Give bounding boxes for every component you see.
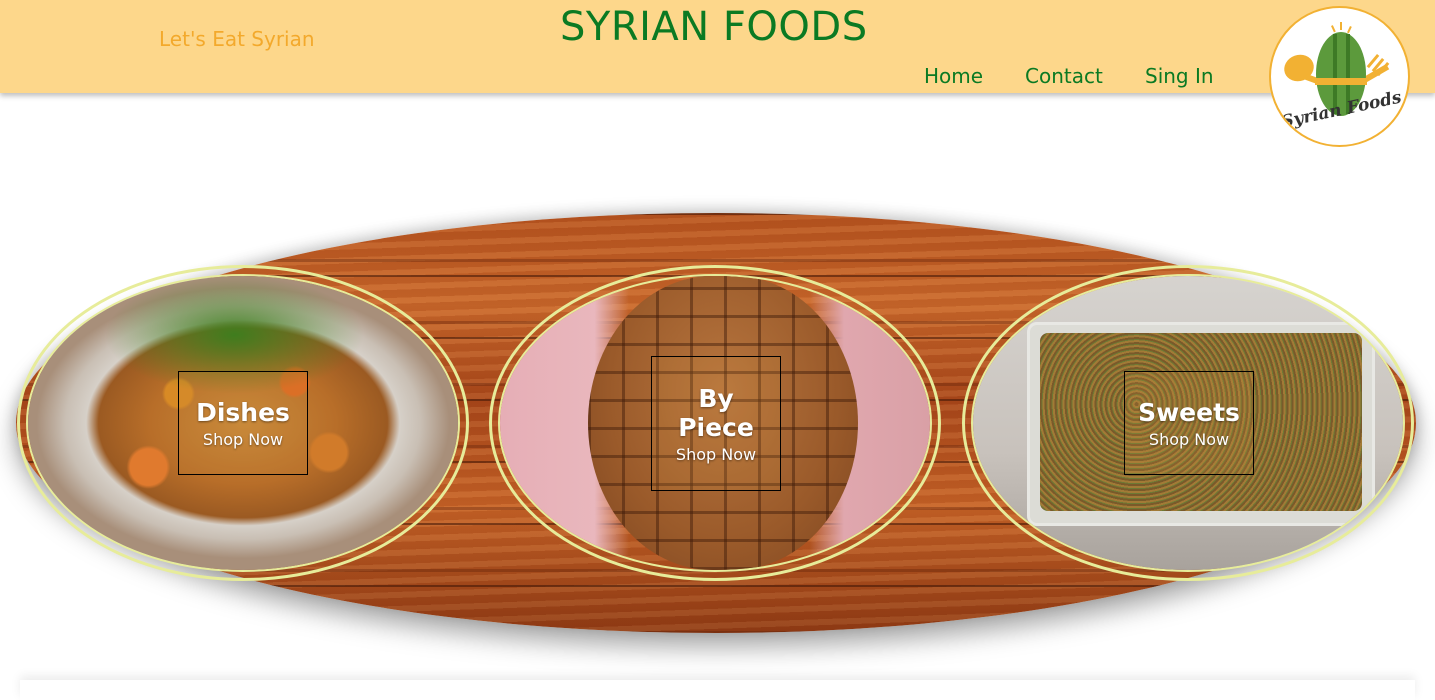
- category-sweets-card[interactable]: Sweets Shop Now: [1124, 371, 1254, 475]
- site-title: SYRIAN FOODS: [560, 4, 868, 50]
- tagline: Let's Eat Syrian: [159, 27, 315, 51]
- brand-logo[interactable]: Syrian Foods: [1269, 6, 1410, 147]
- next-section-edge: [20, 680, 1415, 700]
- nav-home-link[interactable]: Home: [924, 64, 983, 88]
- site-header: Let's Eat Syrian SYRIAN FOODS Home Conta…: [0, 0, 1435, 93]
- category-by-piece-card[interactable]: By Piece Shop Now: [651, 356, 781, 491]
- nav-signin-link[interactable]: Sing In: [1145, 64, 1214, 88]
- shop-now-link[interactable]: Shop Now: [1149, 430, 1229, 449]
- category-dishes-card[interactable]: Dishes Shop Now: [178, 371, 308, 475]
- category-title: Sweets: [1138, 397, 1240, 427]
- nav-contact-link[interactable]: Contact: [1025, 64, 1103, 88]
- shop-now-link[interactable]: Shop Now: [676, 445, 756, 464]
- category-title: Dishes: [196, 397, 290, 427]
- shop-now-link[interactable]: Shop Now: [203, 430, 283, 449]
- category-title: By Piece: [678, 383, 754, 442]
